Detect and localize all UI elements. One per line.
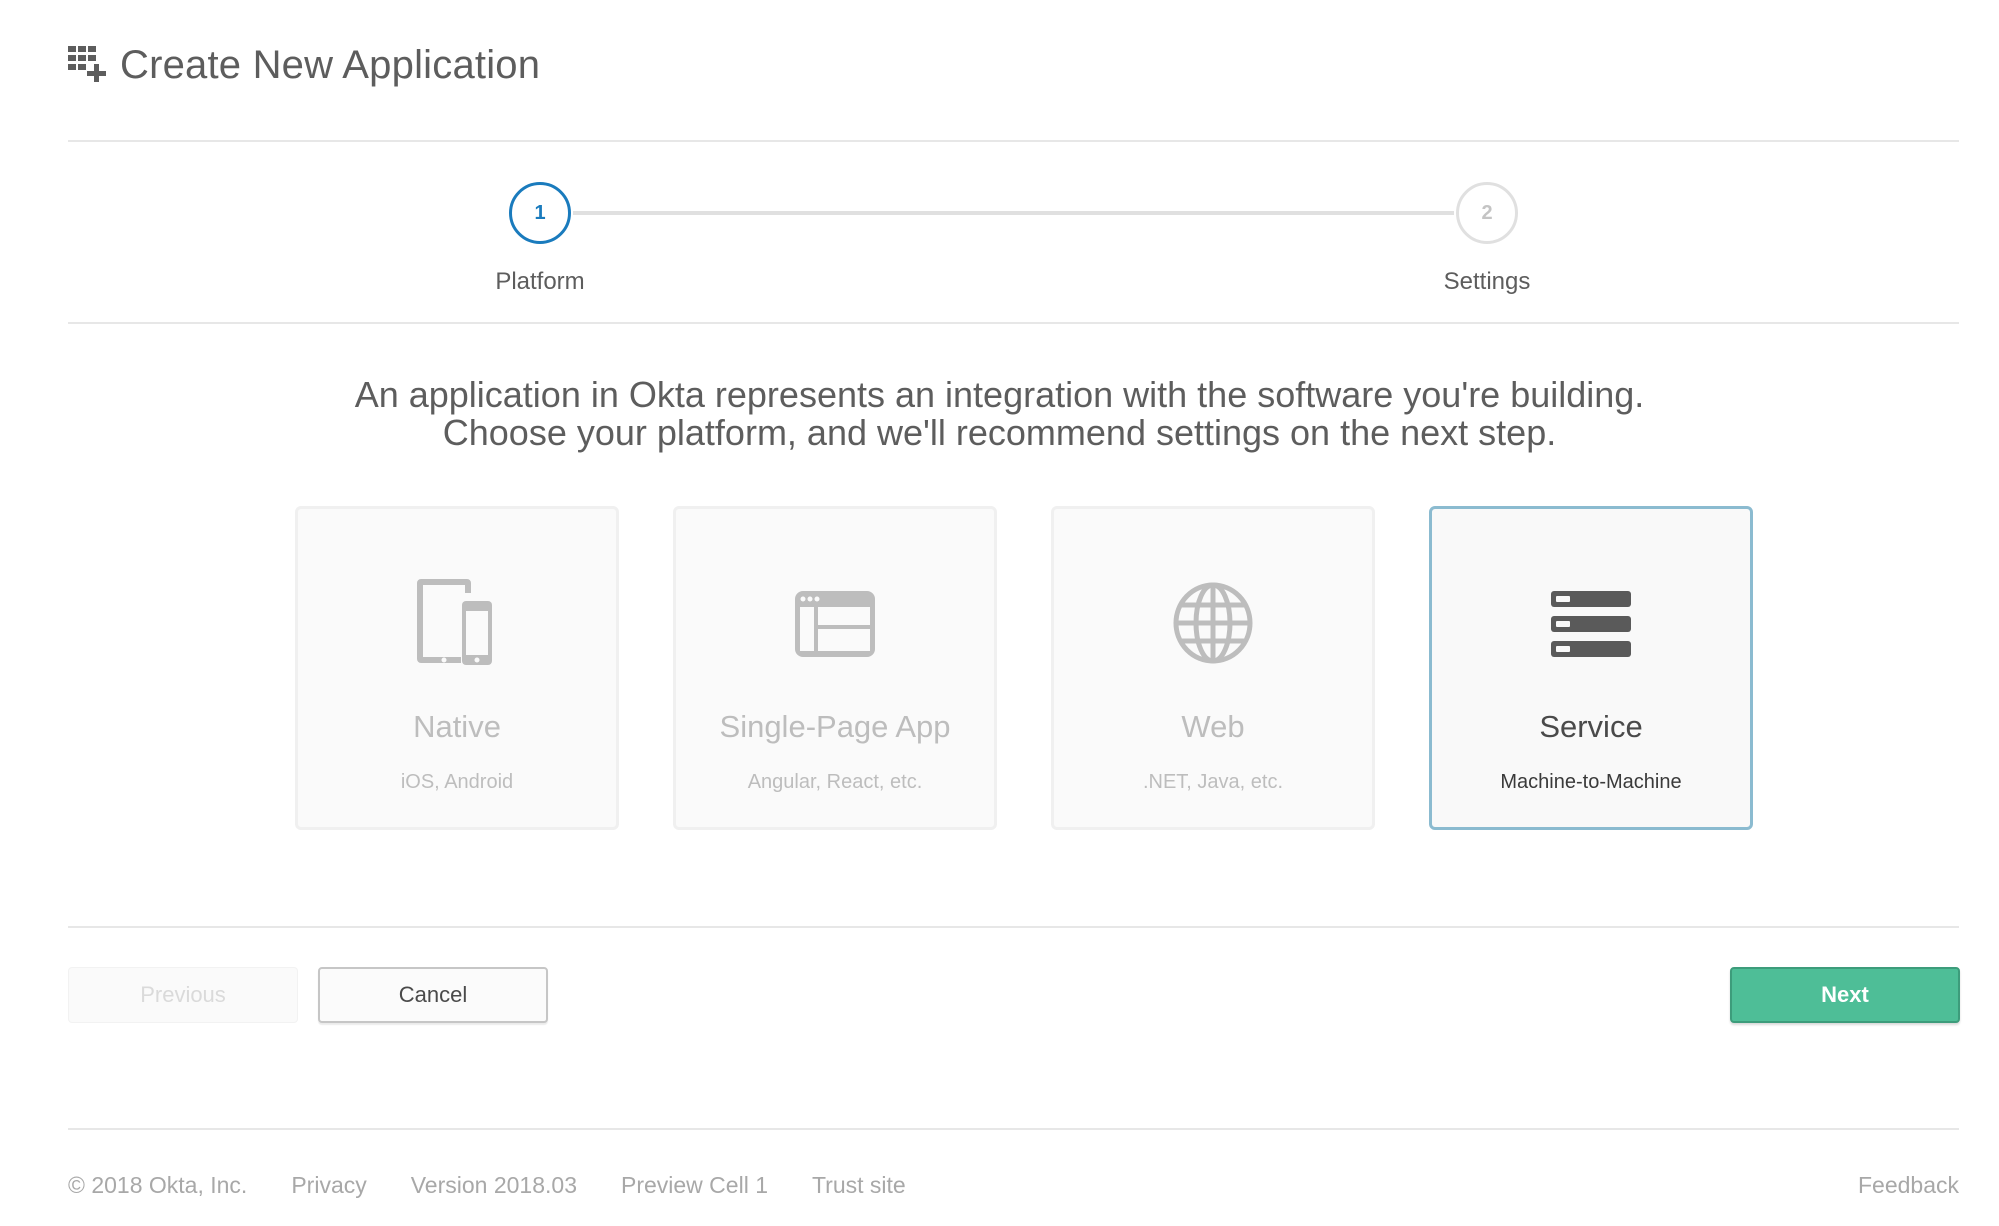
platform-card-single-page-app[interactable]: Single-Page App Angular, React, etc.: [673, 506, 997, 830]
footer-feedback-link[interactable]: Feedback: [1858, 1172, 1959, 1199]
globe-icon: [1173, 582, 1253, 664]
platform-subtitle: Angular, React, etc.: [747, 771, 923, 793]
footer-privacy-link[interactable]: Privacy: [291, 1172, 366, 1199]
mobile-devices-icon: [417, 579, 492, 665]
platform-card-service[interactable]: Service Machine-to-Machine: [1429, 506, 1753, 830]
next-button[interactable]: Next: [1730, 967, 1960, 1023]
footer-cell: Preview Cell 1: [620, 1172, 768, 1198]
platform-title: Web: [1181, 709, 1245, 744]
cancel-button[interactable]: Cancel: [318, 967, 548, 1023]
step-number: 2: [1481, 201, 1493, 224]
wizard-step-2-label: Settings: [1443, 268, 1531, 295]
stepper-divider: [68, 322, 1959, 324]
footer-divider: [68, 1128, 1959, 1130]
description-line-2: Choose your platform, and we'll recommen…: [442, 412, 1557, 453]
step-number: 1: [534, 201, 546, 224]
platform-title: Single-Page App: [719, 709, 951, 744]
previous-button[interactable]: Previous: [68, 967, 298, 1023]
wizard-progress-line: [573, 211, 1454, 215]
wizard-step-1-indicator: 1: [509, 182, 571, 244]
grid-add-icon: [68, 46, 106, 82]
platform-card-web[interactable]: Web .NET, Java, etc.: [1051, 506, 1375, 830]
footer-trust-site-link[interactable]: Trust site: [812, 1172, 906, 1199]
wizard-step-2-indicator: 2: [1456, 182, 1518, 244]
browser-window-icon: [795, 591, 875, 657]
actions-divider: [68, 926, 1959, 928]
footer-copyright: © 2018 Okta, Inc.: [68, 1172, 248, 1198]
footer-version: Version 2018.03: [410, 1172, 577, 1198]
wizard-step-1-label: Platform: [495, 268, 585, 295]
platform-subtitle: .NET, Java, etc.: [1142, 771, 1284, 793]
platform-card-native[interactable]: Native iOS, Android: [295, 506, 619, 830]
page-title: Create New Application: [120, 42, 541, 87]
platform-title: Service: [1539, 709, 1643, 744]
platform-subtitle: Machine-to-Machine: [1500, 771, 1682, 793]
platform-subtitle: iOS, Android: [400, 771, 514, 793]
header-divider: [68, 140, 1959, 142]
footer: © 2018 Okta, Inc. Privacy Version 2018.0…: [68, 1172, 1959, 1199]
server-icon: [1551, 591, 1631, 657]
page-header: Create New Application: [68, 40, 540, 90]
description-line-1: An application in Okta represents an int…: [354, 374, 1645, 415]
platform-title: Native: [413, 709, 501, 744]
